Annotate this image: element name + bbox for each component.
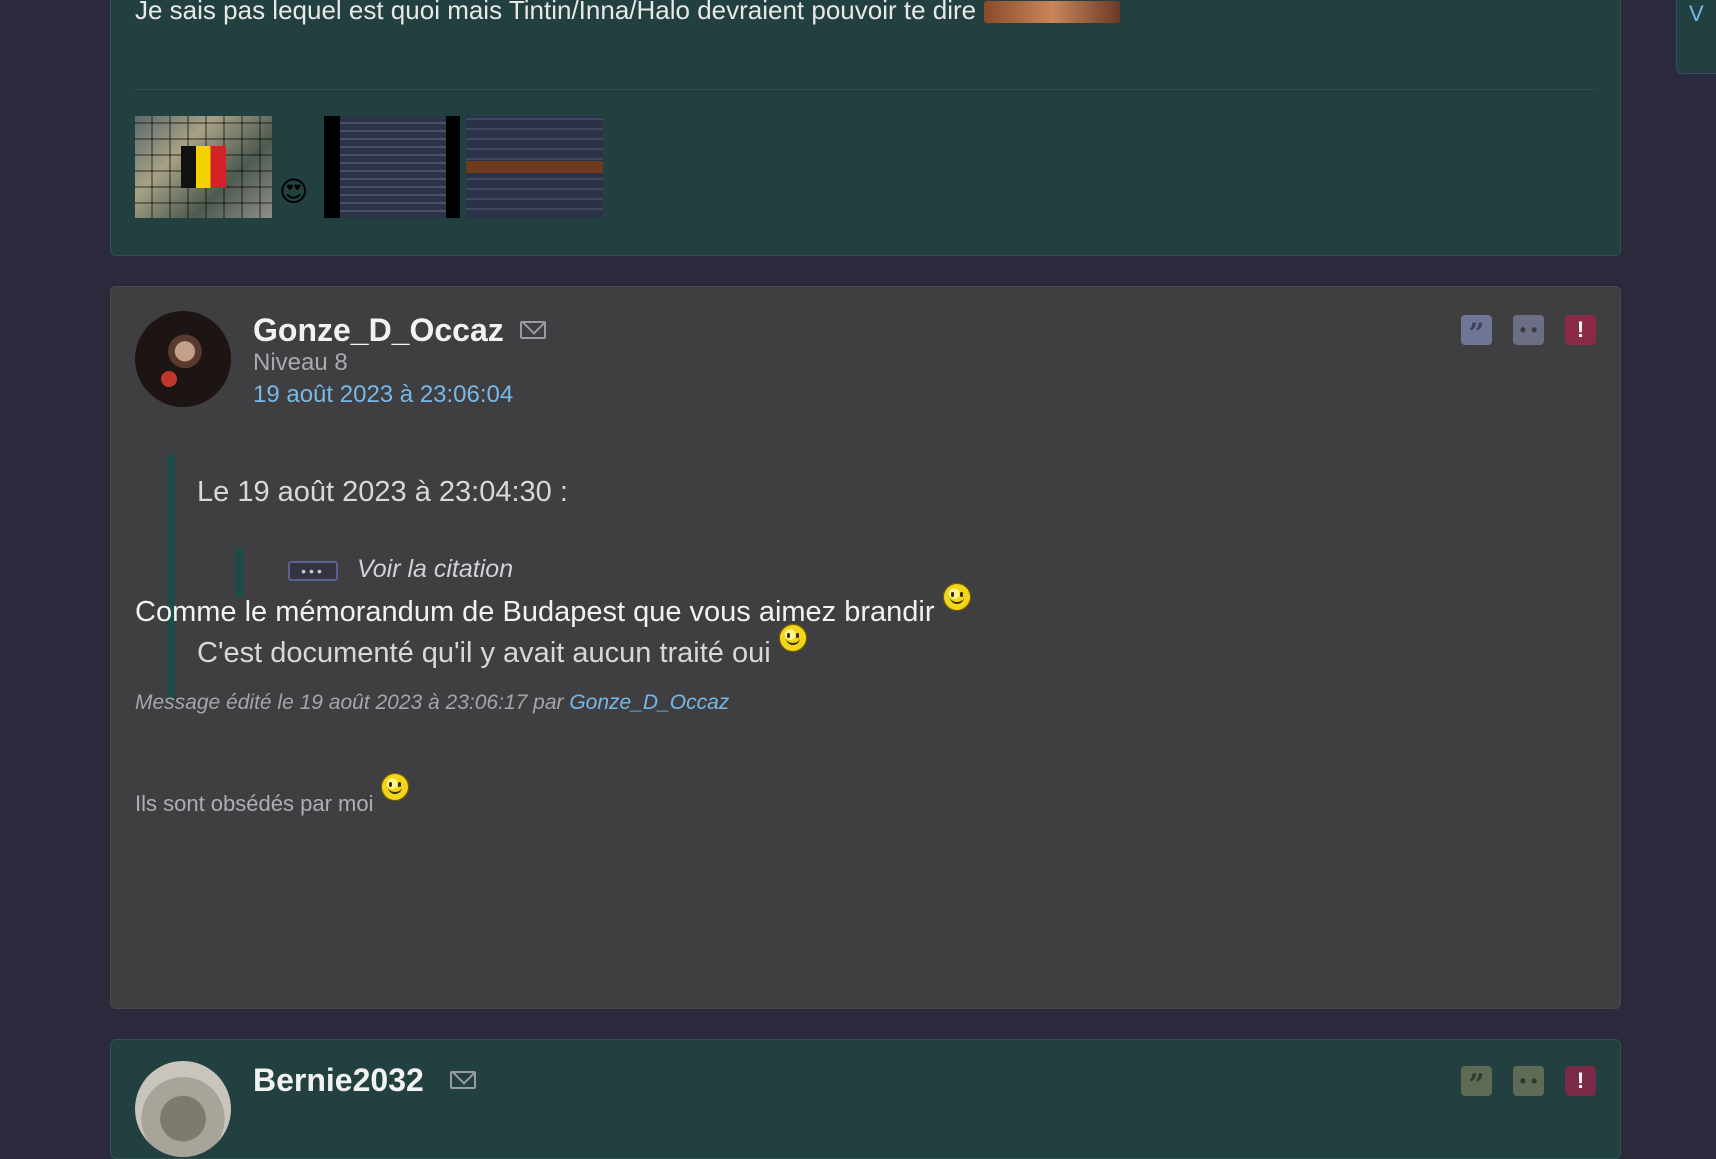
- edit-user-link[interactable]: Gonze_D_Occaz: [569, 691, 729, 714]
- side-widget[interactable]: V: [1676, 0, 1716, 74]
- grin-smiley-icon: [381, 773, 410, 801]
- image-thumbnail-1-icon[interactable]: [135, 116, 272, 218]
- sad-face-icon[interactable]: • •: [1513, 315, 1544, 345]
- post-author[interactable]: Gonze_D_Occaz: [253, 311, 504, 349]
- previous-post: Je sais pas lequel est quoi mais Tintin/…: [110, 0, 1621, 256]
- view-quote-link[interactable]: Voir la citation: [357, 555, 513, 584]
- post-signature: Ils sont obsédés par moi: [135, 773, 410, 817]
- avatar-apple-icon: [161, 371, 177, 387]
- quote-header: Le 19 août 2023 à 23:04:30 :: [197, 476, 568, 508]
- image-thumbnail-2-icon[interactable]: [324, 116, 460, 218]
- signature-separator: [135, 89, 1596, 90]
- report-icon[interactable]: !: [1565, 1066, 1596, 1096]
- mail-icon[interactable]: [450, 1071, 476, 1089]
- post-date-link[interactable]: 19 août 2023 à 23:06:04: [253, 381, 513, 409]
- previous-post-text: Je sais pas lequel est quoi mais Tintin/…: [135, 0, 1121, 24]
- post-author[interactable]: Bernie2032: [253, 1061, 424, 1099]
- avatar[interactable]: [135, 311, 231, 407]
- quote-body: C'est documenté qu'il y avait aucun trai…: [197, 624, 807, 670]
- belgian-flag-icon: [181, 146, 226, 188]
- quote-block: Le 19 août 2023 à 23:04:30 : ••• Voir la…: [167, 454, 1475, 700]
- quote-icon[interactable]: ”: [1461, 315, 1492, 350]
- next-post: Bernie2032 ” • • !: [110, 1039, 1621, 1159]
- quote-icon[interactable]: ”: [1461, 1066, 1492, 1101]
- inline-image-icon[interactable]: [984, 1, 1121, 24]
- sad-face-icon[interactable]: • •: [1513, 1066, 1544, 1096]
- grin-smiley-icon: [942, 583, 971, 611]
- author-level: Niveau 8: [253, 349, 348, 376]
- expand-quote-button[interactable]: •••: [288, 561, 338, 581]
- in-love-smiley-icon: 😍: [279, 176, 309, 207]
- image-thumbnail-3-icon[interactable]: [466, 116, 603, 218]
- mail-icon[interactable]: [520, 321, 546, 339]
- forum-post: Gonze_D_Occaz Niveau 8 19 août 2023 à 23…: [110, 286, 1621, 1009]
- edit-note: Message édité le 19 août 2023 à 23:06:17…: [135, 691, 730, 714]
- avatar[interactable]: [135, 1061, 231, 1157]
- post-message: Comme le mémorandum de Budapest que vous…: [135, 583, 971, 629]
- report-icon[interactable]: !: [1565, 315, 1596, 345]
